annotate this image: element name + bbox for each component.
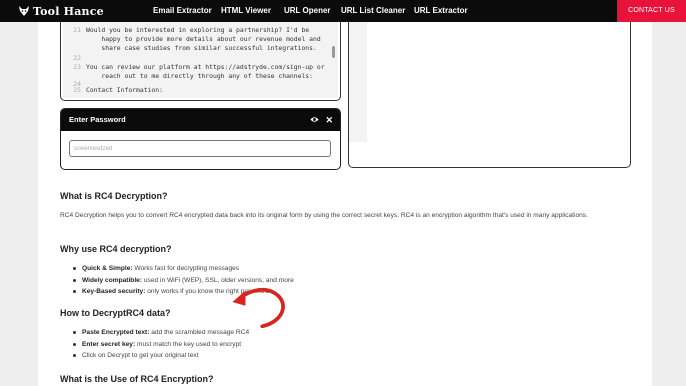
password-header: Enter Password ✕ — [61, 109, 340, 131]
eye-icon[interactable] — [310, 115, 319, 124]
heading-use-of-rc4: What is the Use of RC4 Encryption? — [60, 374, 214, 384]
nav-link-html-viewer[interactable]: HTML Viewer — [221, 6, 271, 15]
heading-what-is-rc4: What is RC4 Decryption? — [60, 191, 168, 201]
contact-us-button[interactable]: CONTACT US — [617, 0, 686, 22]
code-line: 25 Contact Information: — [73, 86, 163, 94]
list-item: Click on Decrypt to get your original te… — [60, 350, 620, 362]
red-arrow-annotation-icon — [232, 287, 285, 329]
heading-how-to-decrypt: How to DecryptRC4 data? — [60, 308, 171, 318]
password-input[interactable]: scwerxexdzed — [69, 140, 331, 157]
password-title: Enter Password — [69, 115, 126, 124]
code-line: reach out to me directly through any of … — [86, 72, 314, 80]
list-item: Key-Based security: only works if you kn… — [60, 286, 620, 298]
encrypted-text-editor[interactable]: 21 Would you be interested in exploring a… — [60, 22, 341, 101]
editor-scrollbar[interactable] — [332, 46, 335, 58]
nav-link-url-list-cleaner[interactable]: URL List Cleaner — [341, 6, 405, 15]
list-item: Quick & Simple: Works fast for decryptin… — [60, 263, 620, 275]
main-content: 21 Would you be interested in exploring a… — [38, 22, 652, 386]
fox-logo-icon — [19, 6, 29, 16]
editor-body[interactable]: 21 Would you be interested in exploring a… — [63, 22, 338, 98]
list-item: Paste Encrypted text: add the scrambled … — [60, 327, 620, 339]
code-line: share case studies from similar successf… — [86, 44, 317, 52]
nav-link-url-opener[interactable]: URL Opener — [284, 6, 331, 15]
nav-link-email-extractor[interactable]: Email Extractor — [153, 6, 212, 15]
output-gutter — [349, 22, 367, 142]
list-item: Enter secret key: must match the key use… — [60, 339, 620, 351]
heading-why-use-rc4: Why use RC4 decryption? — [60, 244, 172, 254]
decrypted-output-box[interactable] — [348, 22, 631, 168]
password-panel: Enter Password ✕ scwerxexdzed — [60, 108, 341, 170]
brand-logo[interactable]: Tool Hance — [18, 3, 104, 19]
what-is-rc4-text: RC4 Decryption helps you to convert RC4 … — [60, 212, 588, 219]
how-list: Paste Encrypted text: add the scrambled … — [60, 327, 620, 362]
nav-link-url-extractor[interactable]: URL Extractor — [414, 6, 468, 15]
brand-name: Tool Hance — [33, 4, 104, 18]
top-nav: Tool Hance Email Extractor HTML Viewer U… — [0, 0, 686, 22]
close-icon[interactable]: ✕ — [325, 109, 333, 131]
list-item: Widely compatible: used in WiFi (WEP), S… — [60, 275, 620, 287]
why-list: Quick & Simple: Works fast for decryptin… — [60, 263, 620, 298]
